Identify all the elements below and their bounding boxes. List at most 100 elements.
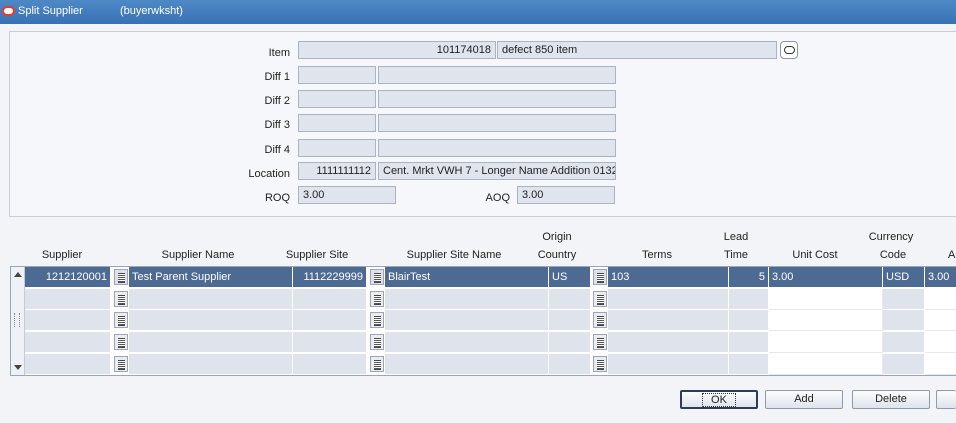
supplier-site-name-cell: [385, 332, 549, 353]
col-supplier-site-name[interactable]: Supplier Site Name: [374, 249, 534, 261]
scroll-grip-icon[interactable]: [14, 313, 20, 327]
supplier-cell[interactable]: 1212120001: [25, 267, 111, 288]
ok-button[interactable]: OK: [680, 390, 758, 409]
origin-country-cell[interactable]: [549, 332, 591, 353]
table-row[interactable]: [25, 354, 956, 375]
terms-cell[interactable]: [608, 354, 729, 375]
list-of-values-icon[interactable]: [114, 291, 128, 307]
lead-time-cell[interactable]: 5: [729, 267, 769, 288]
list-of-values-icon[interactable]: [114, 312, 128, 328]
col-extra[interactable]: A: [948, 249, 956, 261]
terms-cell[interactable]: [608, 310, 729, 331]
diff1-code-field[interactable]: [298, 66, 376, 84]
currency-code-cell[interactable]: [883, 310, 925, 331]
extra-cell[interactable]: [925, 289, 956, 310]
table-row[interactable]: [25, 310, 956, 331]
table-row[interactable]: [25, 289, 956, 310]
list-of-values-icon[interactable]: [593, 312, 607, 328]
currency-code-cell[interactable]: [883, 332, 925, 353]
list-of-values-icon[interactable]: [370, 356, 384, 372]
delete-button[interactable]: Delete: [852, 390, 930, 409]
list-of-values-icon[interactable]: [593, 269, 607, 285]
terms-cell[interactable]: [608, 289, 729, 310]
supplier-name-cell: [129, 332, 293, 353]
extra-cell[interactable]: [925, 310, 956, 331]
list-of-values-icon[interactable]: [114, 334, 128, 350]
table-row[interactable]: 1212120001 Test Parent Supplier 11122299…: [25, 267, 956, 288]
diff4-code-field[interactable]: [298, 139, 376, 157]
supplier-site-cell[interactable]: [293, 354, 367, 375]
list-of-values-icon[interactable]: [370, 312, 384, 328]
roq-field[interactable]: 3.00: [298, 186, 396, 204]
item-number-field[interactable]: 101174018: [298, 41, 496, 59]
supplier-name-cell: [129, 354, 293, 375]
diff2-code-field[interactable]: [298, 90, 376, 108]
origin-country-cell[interactable]: US: [549, 267, 591, 288]
item-label: Item: [268, 47, 290, 59]
grid-scrollbar[interactable]: [11, 267, 25, 375]
supplier-cell[interactable]: [25, 354, 111, 375]
location-label: Location: [248, 168, 290, 180]
scroll-down-icon[interactable]: [14, 365, 22, 370]
list-of-values-icon[interactable]: [593, 356, 607, 372]
col-lead-time[interactable]: Time: [718, 249, 754, 261]
currency-code-cell[interactable]: [883, 289, 925, 310]
currency-code-cell[interactable]: [883, 354, 925, 375]
terms-cell[interactable]: [608, 332, 729, 353]
currency-code-cell[interactable]: USD: [883, 267, 925, 288]
supplier-site-cell[interactable]: [293, 289, 367, 310]
supplier-site-cell[interactable]: [293, 310, 367, 331]
scroll-up-icon[interactable]: [14, 272, 22, 277]
currency-group-header: Currency: [868, 231, 914, 243]
supplier-cell[interactable]: [25, 332, 111, 353]
lead-time-cell[interactable]: [729, 354, 769, 375]
list-of-values-icon[interactable]: [370, 269, 384, 285]
supplier-site-cell[interactable]: [293, 332, 367, 353]
list-of-values-icon[interactable]: [114, 356, 128, 372]
unit-cost-cell[interactable]: [769, 332, 883, 353]
list-of-values-icon[interactable]: [370, 291, 384, 307]
col-origin-country[interactable]: Country: [537, 249, 577, 261]
supplier-cell[interactable]: [25, 289, 111, 310]
location-code-field[interactable]: 1111111112: [298, 162, 376, 180]
list-of-values-icon[interactable]: [593, 334, 607, 350]
table-row[interactable]: [25, 332, 956, 353]
lead-time-cell[interactable]: [729, 332, 769, 353]
lead-group-header: Lead: [723, 231, 749, 243]
lead-time-cell[interactable]: [729, 289, 769, 310]
aoq-field[interactable]: 3.00: [517, 186, 615, 204]
origin-country-cell[interactable]: [549, 289, 591, 310]
supplier-site-name-cell: [385, 310, 549, 331]
lead-time-cell[interactable]: [729, 310, 769, 331]
more-button[interactable]: [936, 390, 956, 409]
col-unit-cost[interactable]: Unit Cost: [758, 249, 872, 261]
supplier-cell[interactable]: [25, 310, 111, 331]
extra-cell[interactable]: 3.00: [925, 267, 956, 288]
supplier-site-name-cell: [385, 354, 549, 375]
unit-cost-cell[interactable]: [769, 310, 883, 331]
terms-cell[interactable]: 103: [608, 267, 729, 288]
unit-cost-cell[interactable]: 3.00: [769, 267, 883, 288]
add-button[interactable]: Add: [765, 390, 843, 409]
extra-cell[interactable]: [925, 332, 956, 353]
diff3-code-field[interactable]: [298, 114, 376, 132]
col-supplier-site[interactable]: Supplier Site: [280, 249, 354, 261]
unit-cost-cell[interactable]: [769, 289, 883, 310]
col-terms[interactable]: Terms: [597, 249, 717, 261]
list-of-values-icon[interactable]: [114, 269, 128, 285]
notes-icon[interactable]: [780, 41, 798, 59]
list-of-values-icon[interactable]: [370, 334, 384, 350]
origin-country-cell[interactable]: [549, 354, 591, 375]
unit-cost-cell[interactable]: [769, 354, 883, 375]
extra-cell[interactable]: [925, 354, 956, 375]
col-supplier-name[interactable]: Supplier Name: [118, 249, 278, 261]
supplier-site-name-cell: [385, 289, 549, 310]
aoq-label: AOQ: [485, 192, 510, 204]
list-of-values-icon[interactable]: [593, 291, 607, 307]
diff1-description-field: [378, 66, 616, 84]
supplier-site-cell[interactable]: 1112229999: [293, 267, 367, 288]
item-description-field: defect 850 item: [497, 41, 777, 59]
col-currency-code[interactable]: Code: [872, 249, 914, 261]
origin-country-cell[interactable]: [549, 310, 591, 331]
col-supplier[interactable]: Supplier: [26, 249, 98, 261]
